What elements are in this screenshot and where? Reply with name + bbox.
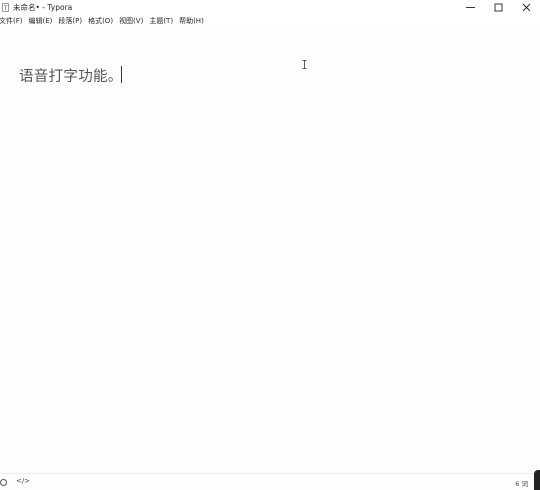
corner-handle xyxy=(534,470,540,490)
menu-bar: 文件(F) 编辑(E) 段落(P) 格式(O) 视图(V) 主题(T) 帮助(H… xyxy=(0,14,540,27)
minimize-icon xyxy=(465,6,475,8)
menu-edit[interactable]: 编辑(E) xyxy=(29,16,53,26)
text-caret xyxy=(121,66,122,83)
outline-circle-icon[interactable] xyxy=(0,479,7,486)
title-bar[interactable]: T 未命名• - Typora xyxy=(0,0,540,14)
menu-format[interactable]: 格式(O) xyxy=(88,16,113,26)
word-count[interactable]: 6 词 xyxy=(515,478,528,488)
menu-theme[interactable]: 主题(T) xyxy=(149,16,173,26)
editor-paragraph[interactable]: 语音打字功能。 xyxy=(19,65,123,86)
menu-paragraph[interactable]: 段落(P) xyxy=(58,16,82,26)
editor-area[interactable]: 语音打字功能。 xyxy=(0,27,540,473)
close-icon xyxy=(522,3,530,11)
close-button[interactable] xyxy=(512,0,540,14)
minimize-button[interactable] xyxy=(456,0,484,14)
menu-file[interactable]: 文件(F) xyxy=(0,16,23,26)
window-title: 未命名• - Typora xyxy=(13,2,73,12)
status-bar: </> 6 词 xyxy=(0,473,540,490)
typora-window: T 未命名• - Typora 文件(F) 编辑(E) 段落(P) 格式(O) … xyxy=(0,0,540,490)
ibeam-cursor-icon xyxy=(302,60,307,69)
source-code-icon[interactable]: </> xyxy=(16,477,30,485)
maximize-icon xyxy=(494,3,502,11)
maximize-button[interactable] xyxy=(484,0,512,14)
window-controls xyxy=(456,0,540,14)
menu-view[interactable]: 视图(V) xyxy=(119,16,143,26)
typora-app-icon: T xyxy=(2,2,9,12)
menu-help[interactable]: 帮助(H) xyxy=(179,16,204,26)
